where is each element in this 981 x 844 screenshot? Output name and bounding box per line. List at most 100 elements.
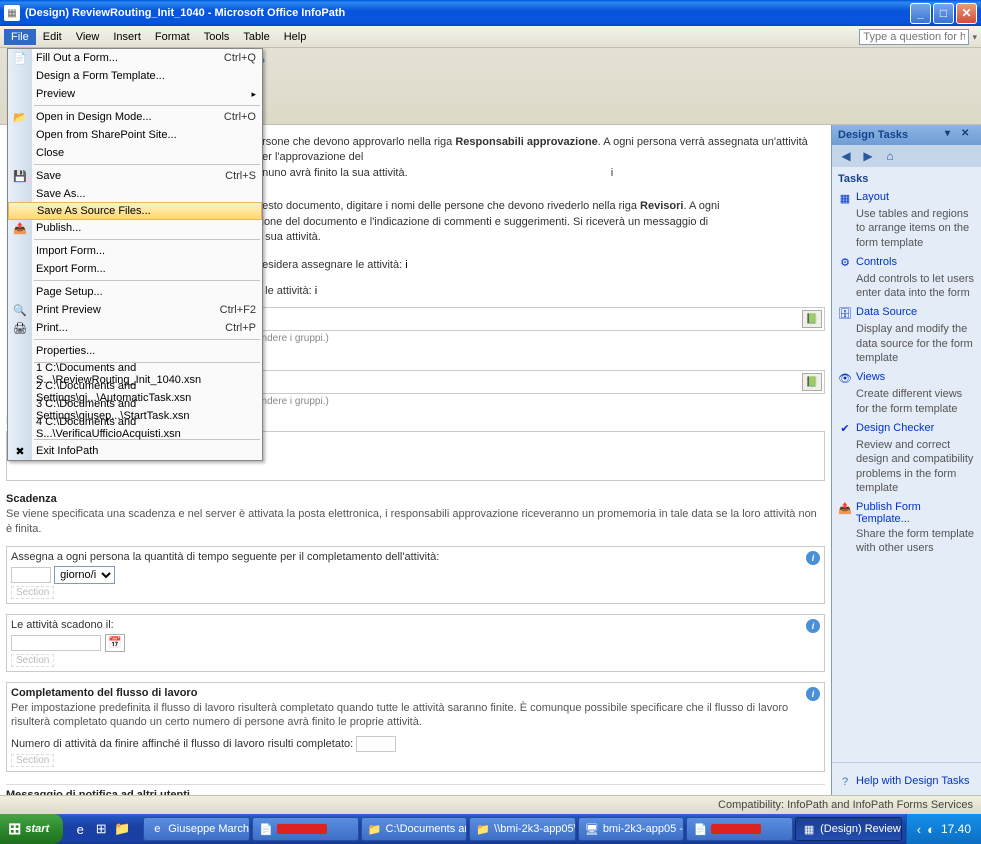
time-section: i Assegna a ogni persona la quantità di … [6, 546, 825, 604]
minimize-button[interactable]: _ [910, 3, 931, 24]
views-link[interactable]: 👁 Views [838, 371, 975, 385]
section-marker: Section [11, 654, 54, 667]
notify-heading: Messaggio di notifica ad altri utenti [6, 784, 825, 795]
maximize-button[interactable]: □ [933, 3, 954, 24]
datasource-desc: Display and modify the data source for t… [856, 322, 975, 365]
layout-desc: Use tables and regions to arrange items … [856, 207, 975, 250]
menu-table[interactable]: Table [236, 29, 276, 45]
menu-insert[interactable]: Insert [106, 29, 148, 45]
menu-export-form[interactable]: Export Form... [8, 260, 262, 278]
taskpane-dropdown-icon[interactable]: ▾ [945, 128, 959, 142]
tray-app-icon[interactable]: ◐ [927, 822, 935, 837]
quick-launch: e ⊞ 📁 [63, 820, 139, 838]
menu-exit[interactable]: ✖ Exit InfoPath [8, 442, 262, 460]
taskpane-close-icon[interactable]: ✕ [961, 128, 975, 142]
taskbar-task[interactable]: 🖥bmi-2k3-app05 - d... [578, 817, 685, 841]
taskpane-header: Design Tasks ▾ ✕ [832, 125, 981, 145]
publish-template-link[interactable]: 📤 Publish Form Template... [838, 501, 975, 525]
menu-recent-4[interactable]: 4 C:\Documents and S...\VerificaUfficioA… [8, 419, 262, 437]
menu-tools[interactable]: Tools [197, 29, 237, 45]
views-icon: 👁 [838, 371, 852, 385]
menu-save-as[interactable]: Save As... [8, 185, 262, 203]
address-book-button[interactable]: 📗 [802, 373, 822, 391]
explorer-icon[interactable]: 📁 [113, 820, 131, 838]
start-button[interactable]: start [0, 814, 63, 844]
assign-label: desidera assegnare le attività: [256, 259, 402, 271]
address-book-button[interactable]: 📗 [802, 310, 822, 328]
activities-label: e le attività: [256, 285, 312, 297]
intro-text: ersone che devono approvarlo nella riga … [256, 135, 825, 181]
taskbar-task[interactable]: 📄 [252, 817, 359, 841]
help-search-dropdown-icon[interactable]: ▾ [972, 32, 977, 42]
num-activities-input[interactable] [356, 736, 396, 752]
window-title: (Design) ReviewRouting_Init_1040 - Micro… [25, 7, 910, 19]
menu-open-sharepoint[interactable]: Open from SharePoint Site... [8, 126, 262, 144]
print-icon: 🖨 [12, 320, 28, 336]
publish-desc: Share the form template with other users [856, 527, 975, 556]
datasource-icon: 🗄 [838, 306, 852, 320]
section-marker: Section [11, 754, 54, 767]
menu-edit[interactable]: Edit [36, 29, 69, 45]
taskbar: start e ⊞ 📁 eGiuseppe Marchi - ... 📄 📁C:… [0, 814, 981, 844]
close-button[interactable]: ✕ [956, 3, 977, 24]
menu-fill-out-form[interactable]: 📄 Fill Out a Form...Ctrl+Q [8, 49, 262, 67]
controls-icon: ⚙ [838, 256, 852, 270]
help-link[interactable]: ? Help with Design Tasks [838, 775, 975, 789]
people-input-2[interactable] [259, 376, 802, 388]
system-tray: ‹ ◐ 17.40 [906, 814, 981, 844]
info-icon: i [611, 166, 613, 181]
design-checker-link[interactable]: ✔ Design Checker [838, 422, 975, 436]
layout-link[interactable]: ▦ Layout [838, 191, 975, 205]
expire-date-input[interactable] [11, 635, 101, 651]
title-bar: ▦ (Design) ReviewRouting_Init_1040 - Mic… [0, 0, 981, 26]
menu-publish[interactable]: 📤 Publish... [8, 219, 262, 237]
home-icon[interactable]: ⌂ [882, 148, 898, 164]
app-icon: ▦ [4, 5, 20, 21]
controls-link[interactable]: ⚙ Controls [838, 256, 975, 270]
taskbar-task[interactable]: 📁\\bmi-2k3-app05\c... [469, 817, 576, 841]
clock[interactable]: 17.40 [941, 822, 971, 836]
time-amount-input[interactable] [11, 567, 51, 583]
status-bar: Compatibility: InfoPath and InfoPath For… [0, 795, 981, 814]
people-input-1[interactable] [259, 313, 802, 325]
scadenza-heading: Scadenza [6, 493, 825, 505]
menu-preview[interactable]: Preview▸ [8, 85, 262, 103]
desktop-icon[interactable]: ⊞ [92, 820, 110, 838]
calendar-icon[interactable]: 📅 [105, 634, 125, 652]
expire-label: Le attività scadono il: [11, 619, 820, 631]
menu-open-design-mode[interactable]: 📂 Open in Design Mode...Ctrl+O [8, 108, 262, 126]
hint-groups: endere i gruppi.) [256, 333, 825, 344]
menu-help[interactable]: Help [277, 29, 314, 45]
open-icon: 📂 [12, 109, 28, 125]
ie-icon[interactable]: e [71, 820, 89, 838]
tray-arrow-icon[interactable]: ‹ [917, 822, 921, 837]
controls-desc: Add controls to let users enter data int… [856, 272, 975, 301]
taskpane-toolbar: ◀ ▶ ⌂ [832, 145, 981, 167]
menu-page-setup[interactable]: Page Setup... [8, 283, 262, 301]
menu-print[interactable]: 🖨 Print...Ctrl+P [8, 319, 262, 337]
menu-save[interactable]: 💾 SaveCtrl+S [8, 167, 262, 185]
expire-section: i Le attività scadono il: 📅 Section [6, 614, 825, 672]
taskbar-task-active[interactable]: ▦(Design) ReviewR... [795, 817, 902, 841]
taskbar-task[interactable]: eGiuseppe Marchi - ... [143, 817, 250, 841]
help-search: ▾ [859, 29, 977, 45]
save-icon: 💾 [12, 168, 28, 184]
menu-file[interactable]: File [4, 29, 36, 45]
time-unit-select[interactable]: giorno/i [54, 566, 115, 584]
design-tasks-pane: Design Tasks ▾ ✕ ◀ ▶ ⌂ Tasks ▦ Layout Us… [831, 125, 981, 795]
menu-print-preview[interactable]: 🔍 Print PreviewCtrl+F2 [8, 301, 262, 319]
taskbar-task[interactable]: 📄 [686, 817, 793, 841]
publish-icon: 📤 [838, 501, 852, 515]
taskbar-task[interactable]: 📁C:\Documents and... [361, 817, 468, 841]
menu-view[interactable]: View [69, 29, 107, 45]
menu-save-as-source[interactable]: Save As Source Files... [8, 202, 262, 220]
back-icon[interactable]: ◀ [838, 148, 854, 164]
menu-format[interactable]: Format [148, 29, 197, 45]
menu-close[interactable]: Close [8, 144, 262, 162]
menu-design-template[interactable]: Design a Form Template... [8, 67, 262, 85]
menu-import-form[interactable]: Import Form... [8, 242, 262, 260]
help-search-input[interactable] [859, 29, 969, 45]
datasource-link[interactable]: 🗄 Data Source [838, 306, 975, 320]
menu-properties[interactable]: Properties... [8, 342, 262, 360]
forward-icon[interactable]: ▶ [860, 148, 876, 164]
